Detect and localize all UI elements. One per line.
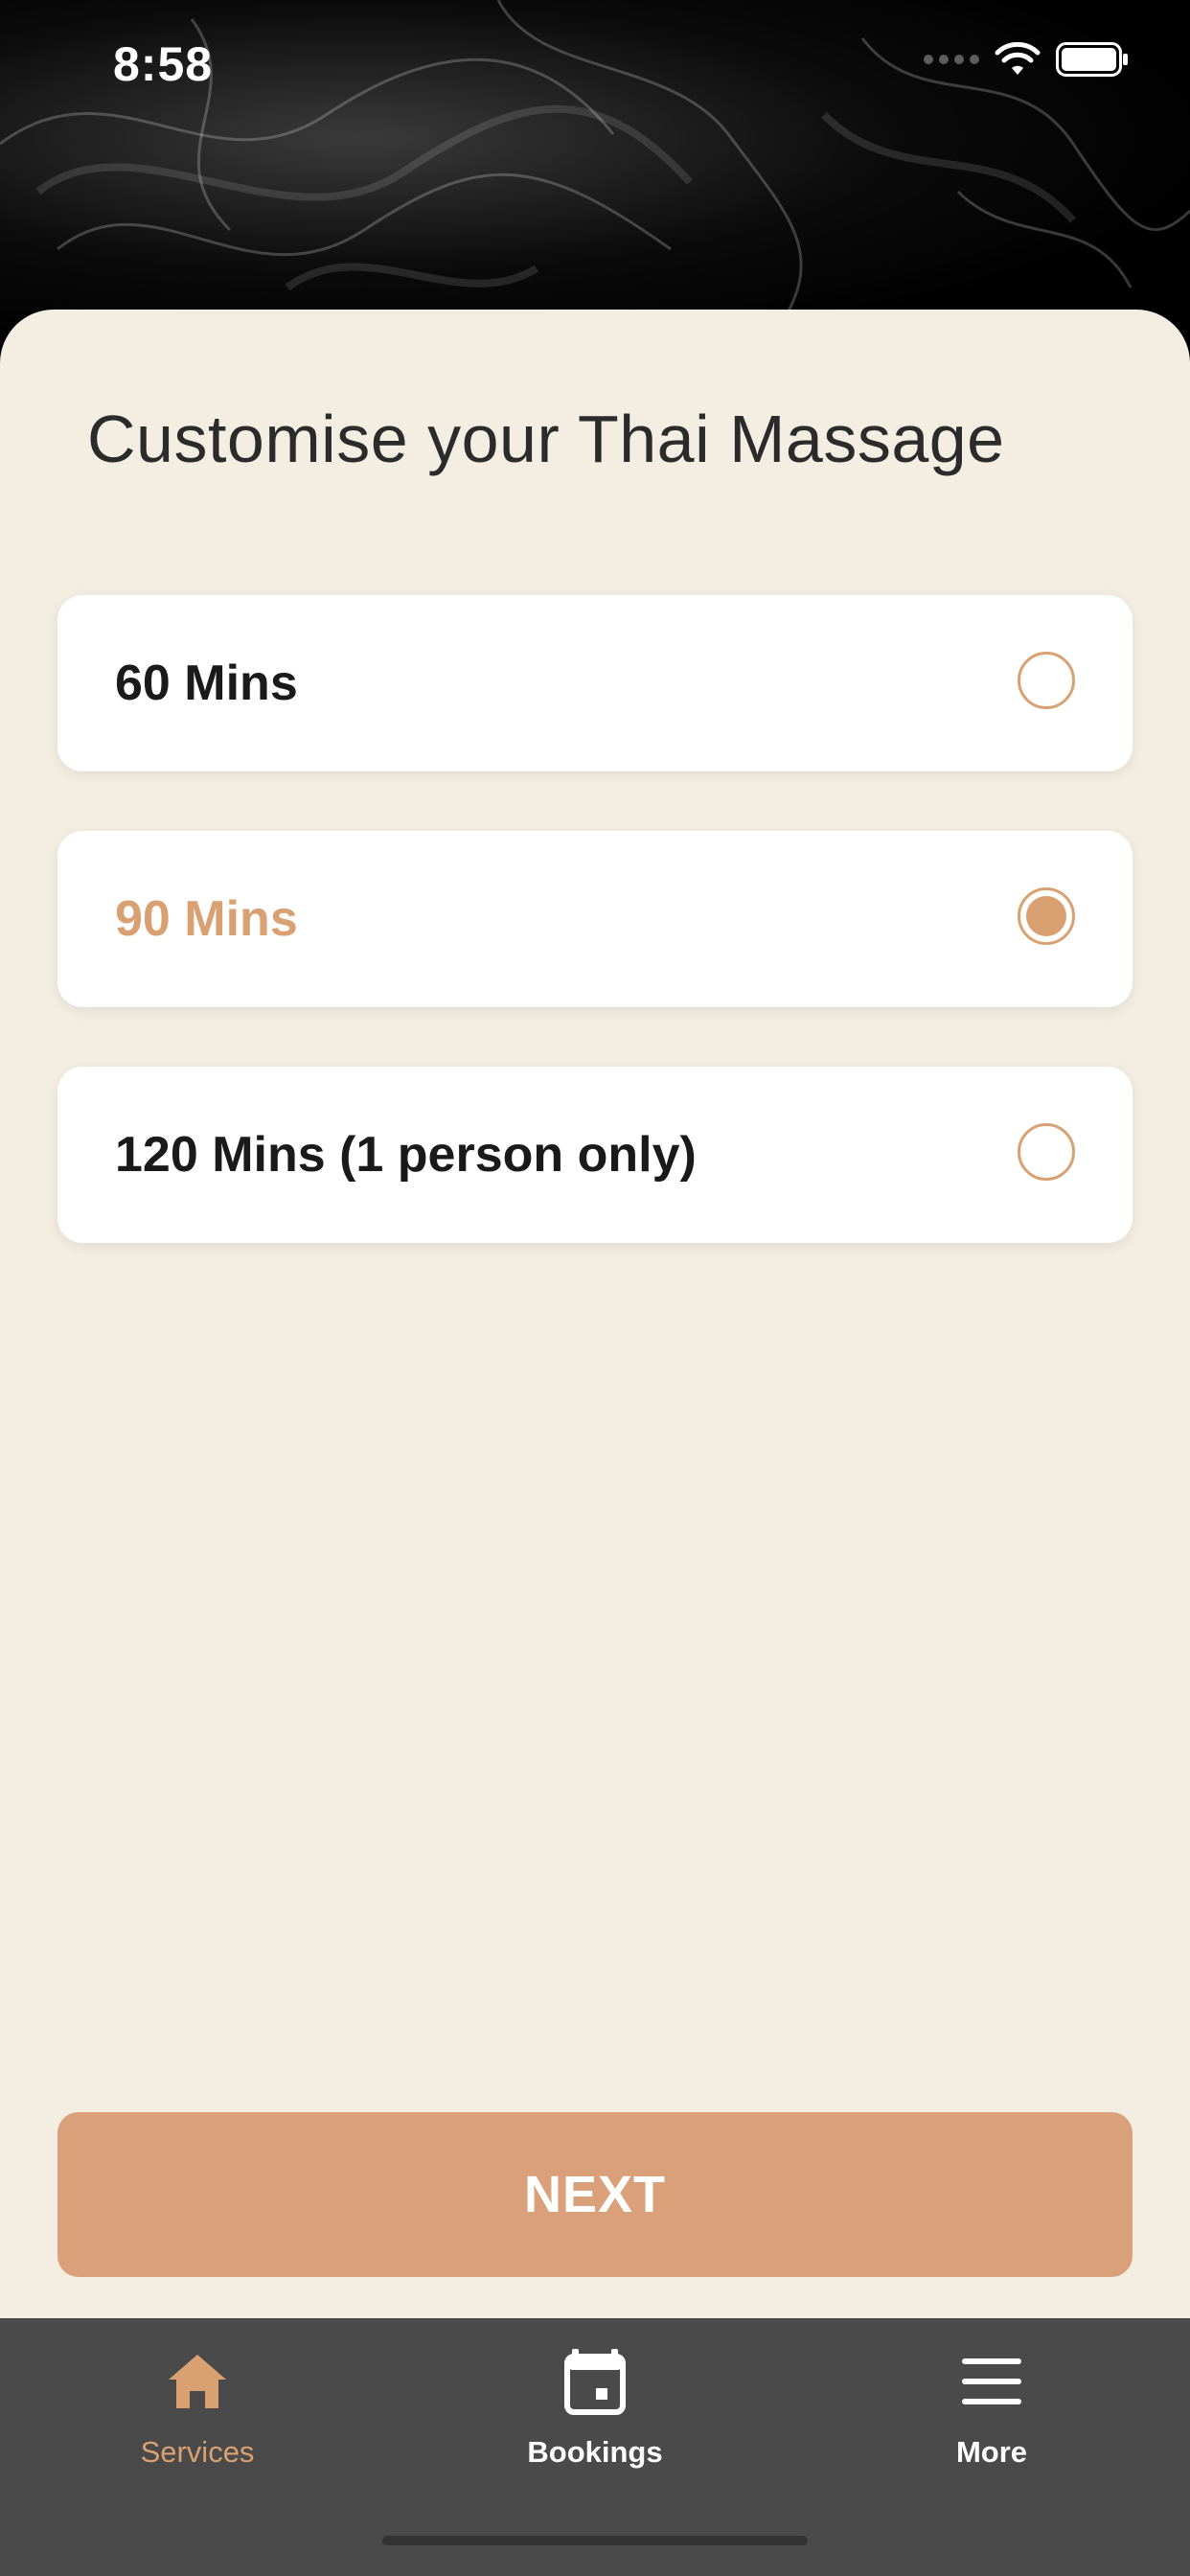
option-label: 120 Mins (1 person only): [115, 1127, 697, 1183]
page-title: Customise your Thai Massage: [87, 402, 1005, 476]
tab-label: Bookings: [527, 2435, 663, 2469]
next-button[interactable]: NEXT: [57, 2112, 1133, 2277]
option-label: 60 Mins: [115, 656, 298, 711]
radio-button[interactable]: [1018, 1123, 1075, 1181]
duration-option-60[interactable]: 60 Mins: [57, 595, 1133, 771]
duration-option-120[interactable]: 120 Mins (1 person only): [57, 1067, 1133, 1243]
status-icons: [924, 42, 1129, 77]
tab-bookings[interactable]: Bookings: [461, 2347, 729, 2491]
radio-button-selected[interactable]: [1018, 887, 1075, 945]
calendar-icon: [564, 2349, 626, 2415]
menu-icon: [962, 2358, 1021, 2404]
tab-label: More: [955, 2435, 1028, 2469]
wifi-icon: [995, 42, 1041, 75]
options-sheet: Customise your Thai Massage 60 Mins 90 M…: [0, 310, 1190, 2318]
tab-services[interactable]: Services: [63, 2347, 332, 2491]
radio-button[interactable]: [1018, 652, 1075, 709]
cellular-signal-icon: [924, 55, 979, 64]
battery-icon: [1056, 42, 1128, 77]
duration-option-90[interactable]: 90 Mins: [57, 831, 1133, 1007]
tab-label: Services: [140, 2435, 255, 2469]
status-bar: 8:58: [0, 0, 1190, 134]
status-time: 8:58: [113, 37, 214, 91]
option-label: 90 Mins: [115, 891, 298, 947]
home-icon: [169, 2355, 226, 2408]
tab-more[interactable]: More: [858, 2347, 1126, 2491]
home-indicator: [382, 2536, 808, 2545]
